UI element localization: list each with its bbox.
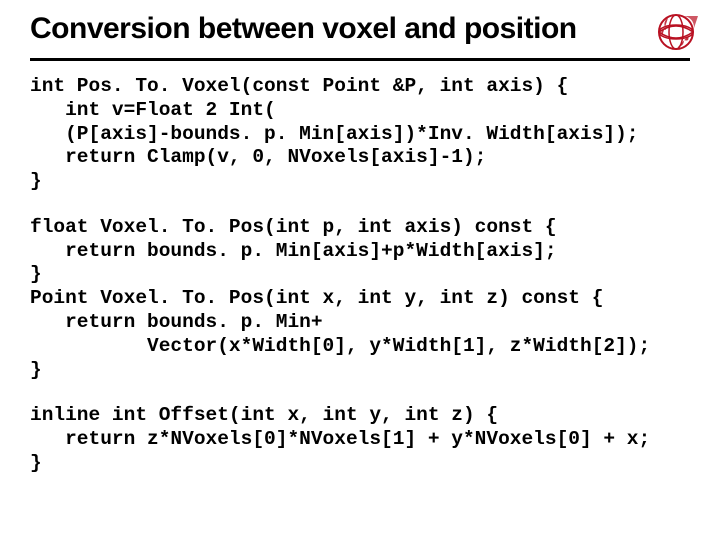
- globe-logo-icon: [654, 10, 698, 54]
- code-block-offset: inline int Offset(int x, int y, int z) {…: [30, 404, 690, 475]
- slide: Conversion between voxel and position in…: [0, 0, 720, 540]
- slide-header: Conversion between voxel and position: [0, 0, 720, 52]
- divider: [30, 58, 690, 61]
- code-block-voxeltopos: float Voxel. To. Pos(int p, int axis) co…: [30, 216, 690, 382]
- code-block-postovoxel: int Pos. To. Voxel(const Point &P, int a…: [30, 75, 690, 194]
- slide-title: Conversion between voxel and position: [30, 12, 690, 46]
